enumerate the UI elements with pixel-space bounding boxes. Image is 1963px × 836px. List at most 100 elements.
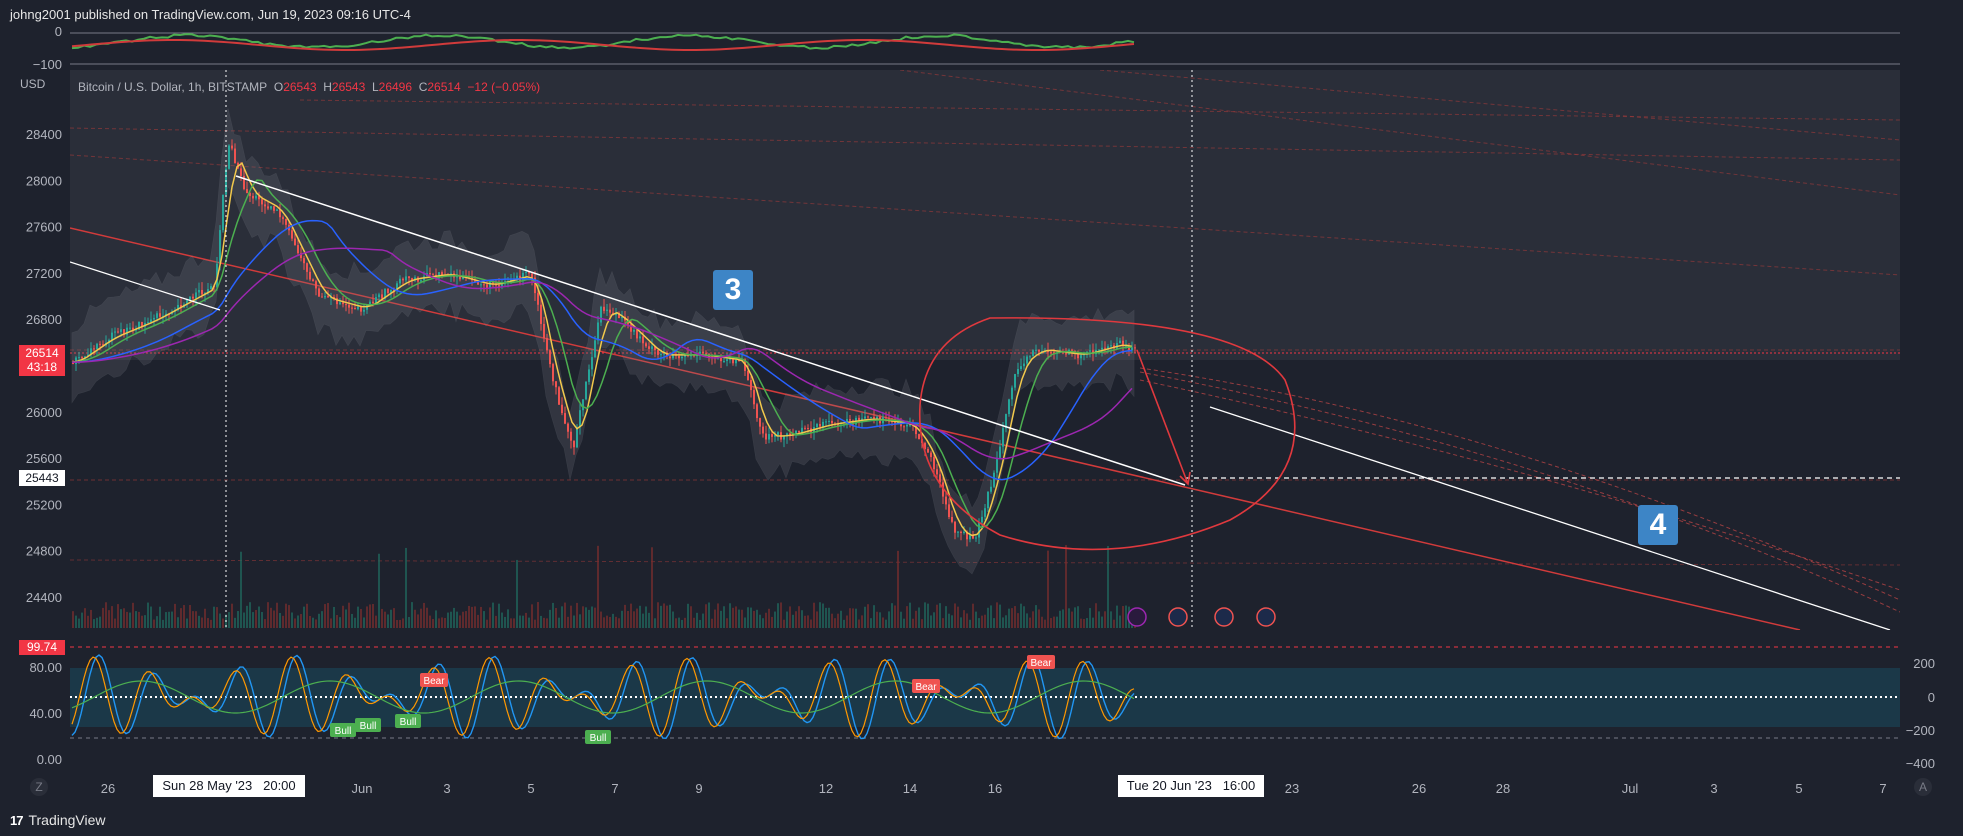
candle-body (486, 284, 488, 288)
symbol-legend: Bitcoin / U.S. Dollar, 1h, BITSTAMP O265… (78, 80, 540, 94)
volume-bar (636, 608, 638, 628)
volume-bar (648, 612, 650, 628)
candle-body (765, 433, 767, 440)
symbol-name[interactable]: Bitcoin / U.S. Dollar, 1h, BITSTAMP (78, 80, 267, 94)
tradingview-brand[interactable]: TradingView (28, 812, 105, 828)
volume-bar (492, 602, 494, 628)
candle-body (255, 195, 257, 199)
axis-corner-left[interactable]: Z (30, 778, 48, 796)
low-label: L (371, 80, 379, 94)
volume-bar (183, 605, 185, 628)
axis-corner-right[interactable]: A (1914, 778, 1932, 796)
volume-bar (390, 609, 392, 628)
volume-bar (588, 609, 590, 628)
volume-bar (420, 608, 422, 628)
candle-body (150, 319, 152, 323)
volume-bar (705, 604, 707, 628)
volume-bar (900, 611, 902, 628)
candle-body (1032, 350, 1034, 357)
volume-bar (486, 619, 488, 628)
volume-bar (615, 616, 617, 628)
osc-tick-left: 40.00 (29, 706, 62, 721)
wave-3-label[interactable]: 3 (713, 270, 753, 310)
volume-bar (975, 611, 977, 628)
volume-bar (222, 618, 224, 628)
close-value: 26514 (427, 80, 461, 94)
candle-body (819, 423, 821, 427)
volume-bar (156, 616, 158, 628)
wave-4-label[interactable]: 4 (1638, 505, 1678, 545)
time-tick-label: 3 (1710, 781, 1717, 796)
chart-canvas[interactable]: 0 −100 244002480025200256002600026400268… (0, 0, 1963, 836)
volume-bar (81, 612, 83, 628)
volume-bar (78, 618, 80, 628)
currency-label: USD (20, 77, 46, 91)
volume-bar (330, 618, 332, 628)
volume-bar (888, 611, 890, 628)
volume-bar (546, 618, 548, 628)
volume-bar (612, 613, 614, 628)
volume-bar (270, 607, 272, 628)
volume-bar (1113, 619, 1115, 628)
candle-body (312, 279, 314, 282)
candle-body (291, 230, 293, 239)
volume-bar (417, 614, 419, 628)
candle-body (609, 309, 611, 313)
candle-body (348, 304, 350, 308)
oscillator-pane[interactable]: Bull Bull Bull Bull Bear Bear Bear 80.00 40.00 0… (29, 643, 1935, 771)
candle-body (933, 457, 935, 470)
candle-body (636, 329, 638, 339)
volume-bar (429, 615, 431, 628)
candle-body (432, 274, 434, 276)
volume-bar (138, 611, 140, 628)
top-tick-neg100: −100 (33, 57, 62, 72)
volume-bar (774, 611, 776, 628)
target-price-badge: 25443 (19, 470, 65, 486)
volume-bar (753, 610, 755, 628)
bull-label: Bull (335, 726, 352, 737)
bar-countdown: 43:18 (26, 360, 58, 374)
volume-bar (204, 608, 206, 628)
volume-bar (174, 603, 176, 628)
volume-bar (1002, 617, 1004, 628)
volume-bar (564, 602, 566, 628)
volume-bar (315, 619, 317, 628)
volume-bar (720, 610, 722, 628)
volume-bar (891, 603, 893, 628)
volume-bar (186, 618, 188, 628)
candle-body (552, 364, 554, 382)
last-price-badge: 26514 43:18 (19, 345, 65, 376)
candle-body (951, 516, 953, 522)
volume-bar (366, 606, 368, 628)
candle-body (99, 343, 101, 345)
time-tick-label: 12 (819, 781, 833, 796)
volume-bar (402, 618, 404, 628)
volume-bar (150, 606, 152, 628)
time-axis[interactable]: 26 Jun 3 5 7 9 12 14 16 23 26 28 Jul 3 5 7 (101, 781, 1887, 796)
candle-body (756, 404, 758, 419)
candle-body (483, 284, 485, 286)
volume-bar (912, 618, 914, 628)
candle-body (762, 426, 764, 434)
volume-bar (321, 611, 323, 628)
volume-bar (489, 607, 491, 628)
volume-bar (216, 607, 218, 628)
volume-bar (384, 611, 386, 628)
candle-body (210, 286, 212, 290)
osc-tick-left: 80.00 (29, 660, 62, 675)
volume-bar (255, 610, 257, 628)
volume-bar (1068, 608, 1070, 628)
volume-bar (828, 607, 830, 628)
volume-bar (228, 612, 230, 628)
volume-bar (123, 608, 125, 628)
candle-body (498, 285, 500, 287)
candle-body (408, 276, 410, 279)
volume-bar (1101, 616, 1103, 628)
volume-bar (690, 606, 692, 628)
candle-body (372, 301, 374, 304)
candle-body (117, 331, 119, 333)
us-flag-icon (1214, 607, 1234, 627)
volume-bar (804, 615, 806, 628)
volume-bar (525, 612, 527, 628)
volume-bar (756, 609, 758, 628)
